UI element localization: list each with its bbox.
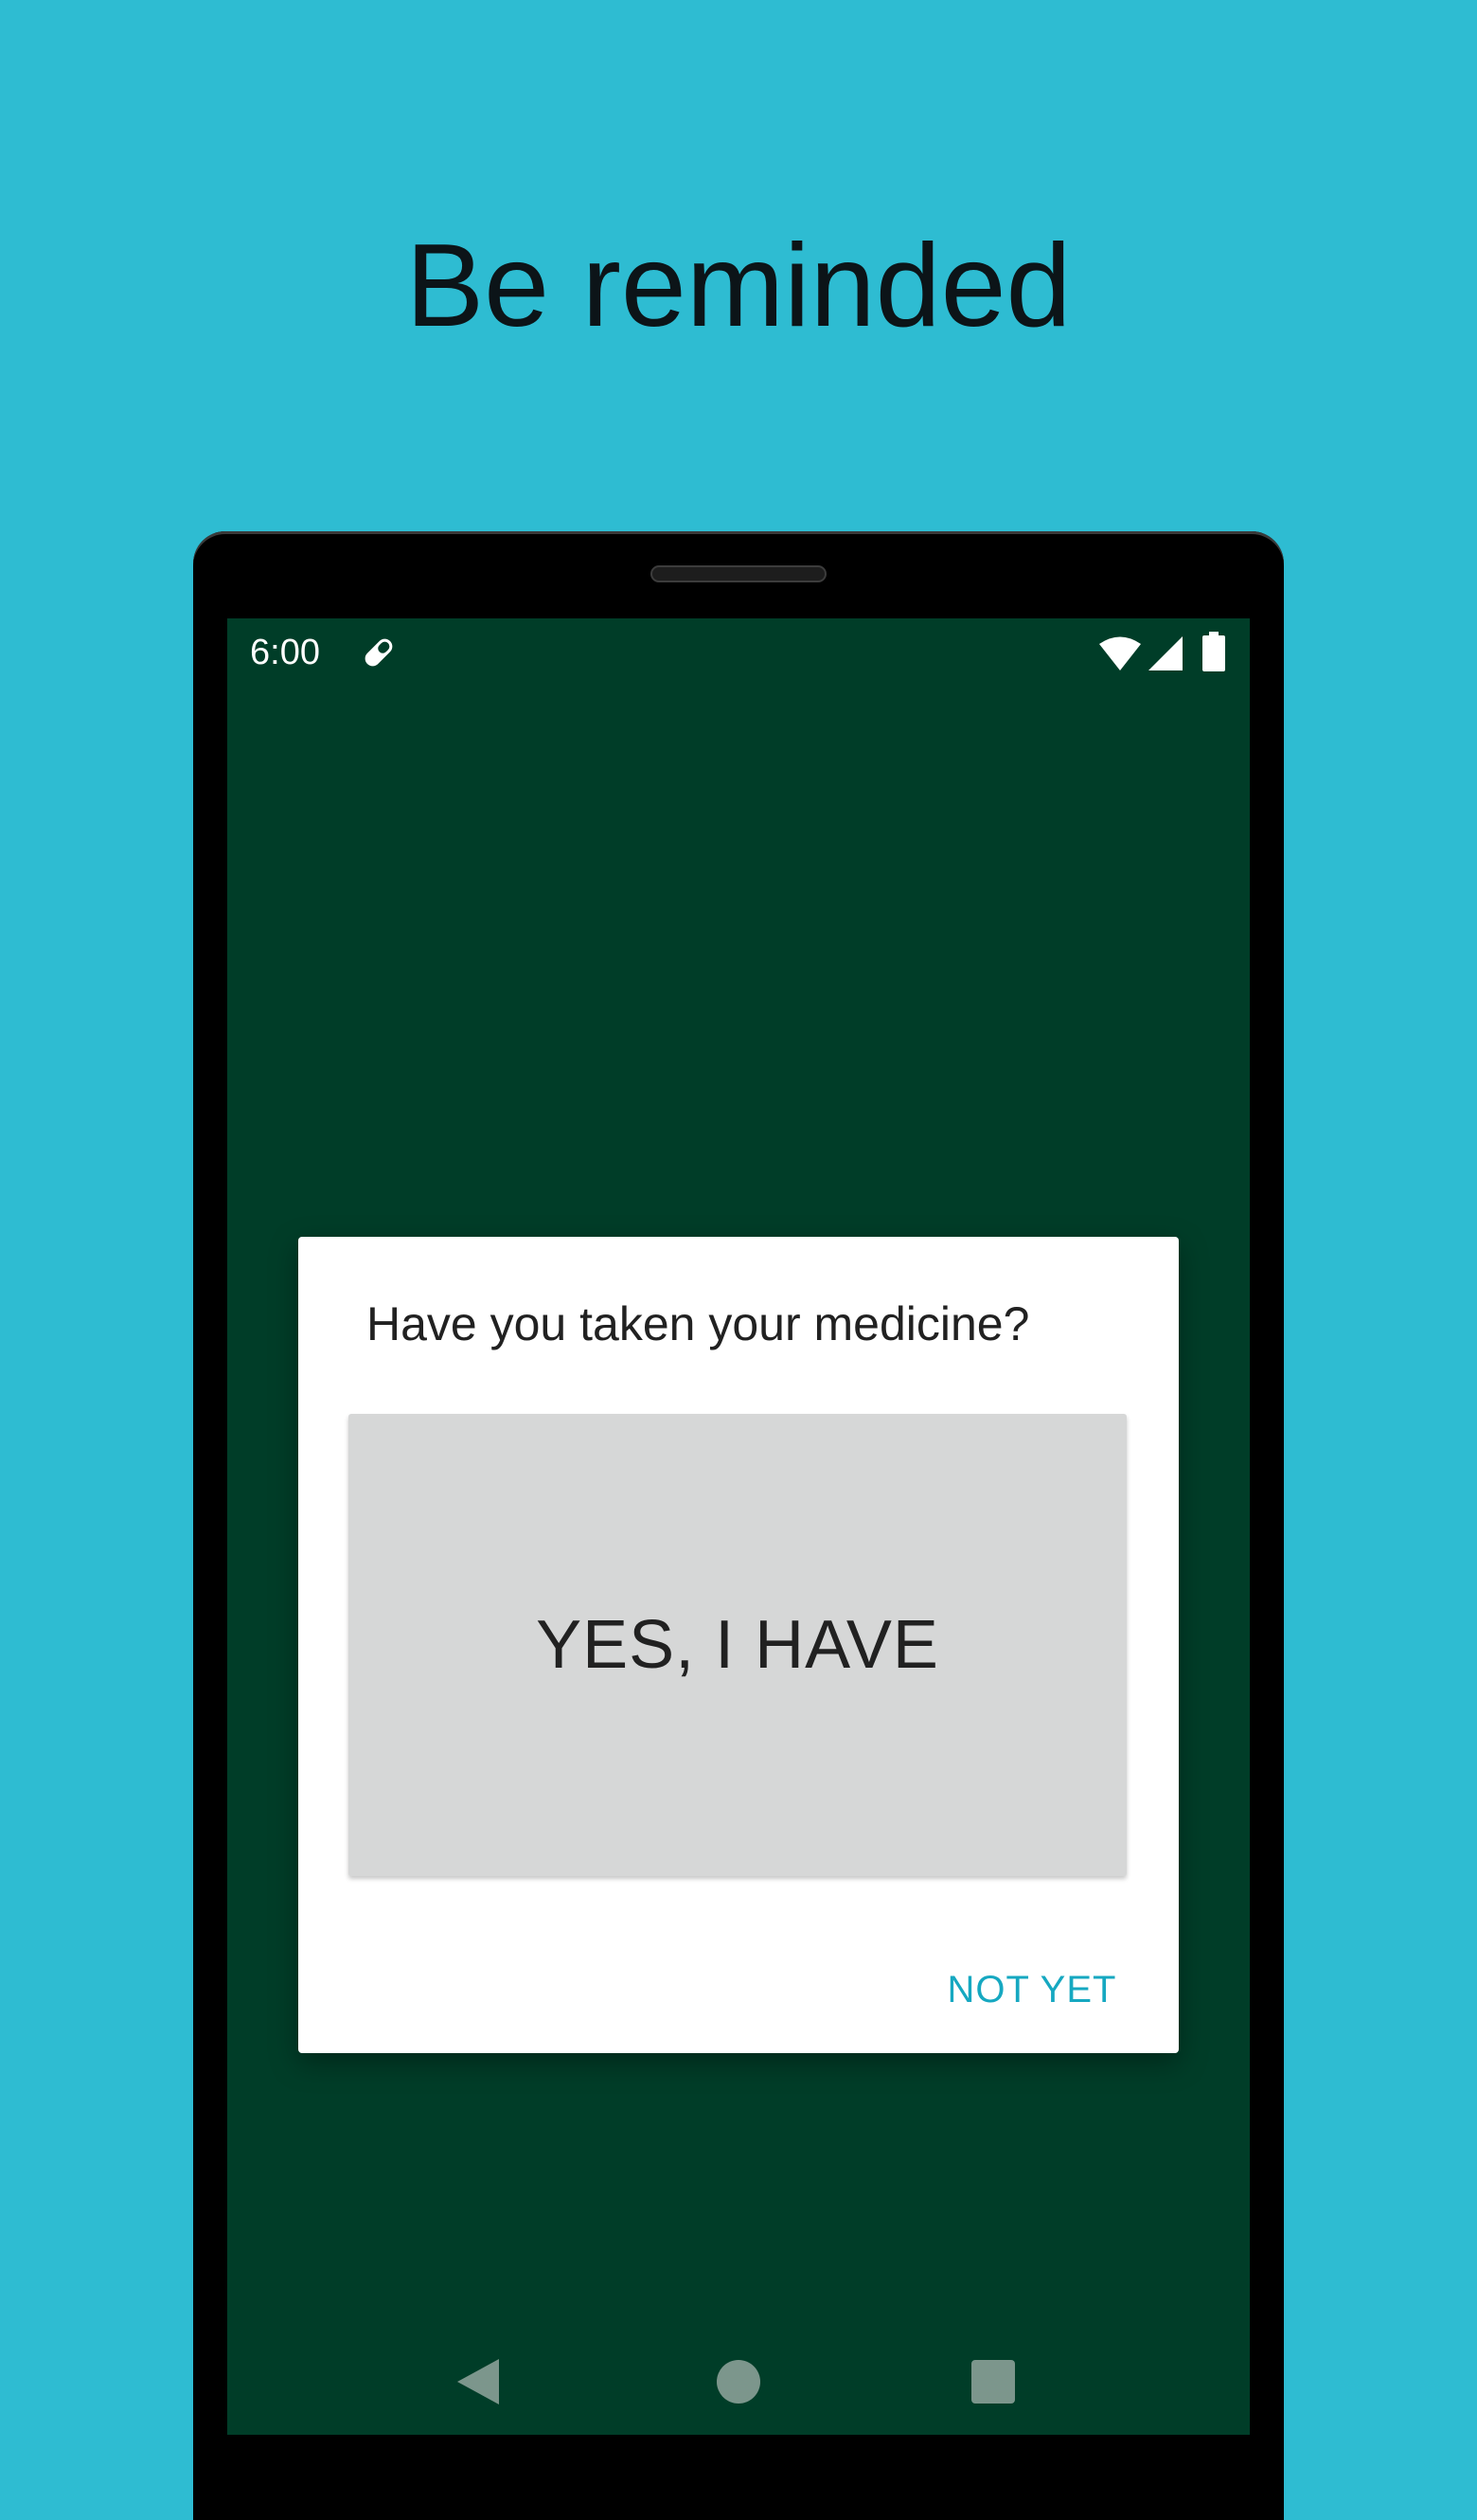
back-icon[interactable] xyxy=(455,2357,501,2406)
phone-frame: 6:00 Have you taken your medicine? YES, … xyxy=(193,531,1284,2520)
recents-icon[interactable] xyxy=(971,2360,1015,2404)
wifi-icon xyxy=(1099,636,1141,670)
pill-icon xyxy=(365,638,393,667)
status-bar: 6:00 xyxy=(227,618,1250,687)
not-yet-button[interactable]: NOT YET xyxy=(923,1952,1141,2028)
phone-speaker xyxy=(650,565,827,582)
yes-i-have-button[interactable]: YES, I HAVE xyxy=(348,1414,1127,1876)
cell-signal-icon xyxy=(1148,636,1183,670)
battery-icon xyxy=(1202,632,1225,671)
status-clock: 6:00 xyxy=(250,633,320,672)
home-icon[interactable] xyxy=(717,2360,760,2404)
dialog-title: Have you taken your medicine? xyxy=(366,1297,1030,1350)
phone-screen: 6:00 Have you taken your medicine? YES, … xyxy=(227,618,1250,2435)
navigation-bar xyxy=(227,2323,1250,2435)
medicine-reminder-dialog: Have you taken your medicine? YES, I HAV… xyxy=(298,1237,1179,2053)
headline: Be reminded xyxy=(405,221,1072,351)
